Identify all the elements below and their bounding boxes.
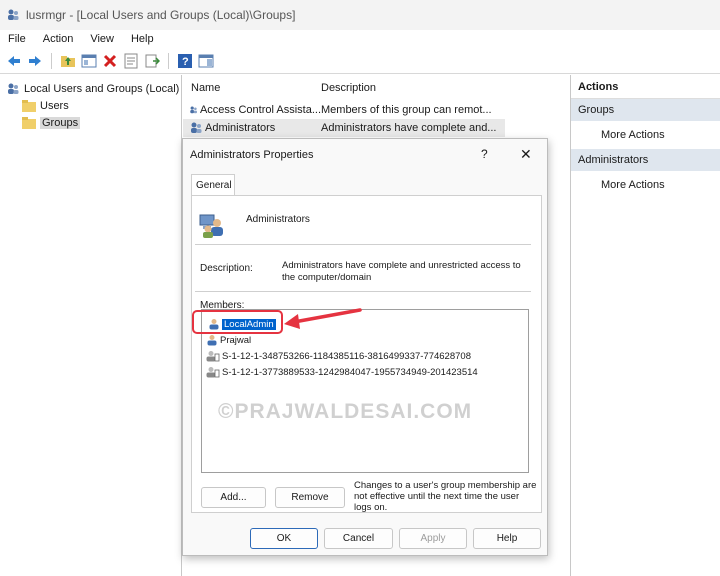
ok-button[interactable]: OK	[250, 528, 318, 549]
menu-help[interactable]: Help	[131, 33, 154, 45]
toolbar-separator	[168, 52, 169, 69]
view-pane-icon[interactable]	[198, 53, 214, 69]
user-icon	[207, 335, 217, 346]
remove-button[interactable]: Remove	[275, 487, 345, 508]
menu-action[interactable]: Action	[43, 33, 74, 45]
close-icon[interactable]: ✕	[520, 146, 532, 163]
row-name: Access Control Assista...	[199, 104, 321, 116]
add-button[interactable]: Add...	[201, 487, 266, 508]
actions-section-groups[interactable]: Groups	[571, 99, 720, 121]
actions-pane: Actions Groups More Actions Administrato…	[570, 75, 720, 576]
member-item-prajwal[interactable]: Prajwal	[206, 334, 251, 346]
unknown-user-icon	[206, 351, 220, 362]
menu-bar: File Action View Help	[0, 30, 720, 48]
export-list-icon[interactable]	[144, 53, 160, 69]
list-row[interactable]: Administrators Administrators have compl…	[183, 119, 505, 137]
member-name: S-1-12-1-348753266-1184385116-3816499337…	[222, 350, 471, 362]
show-hide-tree-icon[interactable]	[81, 53, 97, 69]
actions-title: Actions	[571, 75, 720, 99]
tree-item-label: Users	[40, 99, 69, 112]
member-name: Prajwal	[220, 334, 252, 346]
actions-section-administrators[interactable]: Administrators	[571, 149, 720, 171]
description-field[interactable]: Administrators have complete and unrestr…	[282, 260, 534, 284]
column-header-name[interactable]: Name	[183, 82, 321, 94]
member-item-sid-1[interactable]: S-1-12-1-348753266-1184385116-3816499337…	[206, 350, 471, 362]
toolbar: ?	[0, 48, 720, 74]
folder-icon	[22, 99, 36, 112]
menu-file[interactable]: File	[8, 33, 26, 45]
more-actions-item[interactable]: More Actions	[571, 171, 720, 199]
title-bar: lusrmgr - [Local Users and Groups (Local…	[0, 0, 720, 30]
administrators-group-icon	[199, 214, 223, 238]
description-label: Description:	[200, 263, 253, 274]
divider	[195, 291, 531, 292]
tree-item-root[interactable]: Local Users and Groups (Local)	[0, 80, 181, 97]
users-groups-icon	[8, 83, 19, 94]
divider	[195, 244, 531, 245]
group-icon	[190, 106, 197, 114]
pointer-arrow-icon	[284, 308, 362, 329]
delete-icon[interactable]	[102, 53, 118, 69]
tree-item-users[interactable]: Users	[0, 97, 181, 114]
help-button[interactable]: ?	[481, 147, 488, 161]
cancel-button[interactable]: Cancel	[324, 528, 393, 549]
dialog-title: Administrators Properties	[190, 149, 314, 161]
folder-icon	[22, 116, 36, 129]
list-header: Name Description	[183, 75, 568, 101]
up-folder-icon[interactable]	[60, 53, 76, 69]
row-description: Members of this group can remot...	[321, 104, 492, 116]
column-header-description[interactable]: Description	[321, 82, 376, 94]
unknown-user-icon	[206, 367, 220, 378]
watermark: ©PRAJWALDESAI.COM	[218, 400, 473, 423]
svg-text:?: ?	[182, 56, 189, 68]
console-tree: Local Users and Groups (Local) Users Gro…	[0, 75, 182, 576]
list-row[interactable]: Access Control Assista... Members of thi…	[183, 101, 568, 119]
tab-general[interactable]: General	[191, 174, 235, 196]
more-actions-item[interactable]: More Actions	[571, 121, 720, 149]
membership-note: Changes to a user's group membership are…	[354, 480, 537, 513]
row-name: Administrators	[205, 122, 276, 134]
help-icon[interactable]: ?	[177, 53, 193, 69]
group-icon	[191, 122, 202, 133]
window-title: lusrmgr - [Local Users and Groups (Local…	[26, 8, 296, 22]
toolbar-separator	[51, 52, 52, 69]
properties-dialog: Administrators Properties ? ✕ General Ad…	[182, 138, 548, 556]
forward-arrow-icon[interactable]	[27, 53, 43, 69]
help-dialog-button[interactable]: Help	[473, 528, 541, 549]
member-item-sid-2[interactable]: S-1-12-1-3773889533-1242984047-195573494…	[206, 366, 478, 378]
tree-item-label: Groups	[40, 116, 81, 129]
users-groups-icon	[8, 9, 19, 20]
properties-icon[interactable]	[123, 53, 139, 69]
highlight-box	[192, 310, 283, 334]
menu-view[interactable]: View	[90, 33, 114, 45]
member-name: S-1-12-1-3773889533-1242984047-195573494…	[222, 366, 478, 378]
group-name: Administrators	[246, 214, 310, 225]
row-description: Administrators have complete and...	[321, 122, 497, 134]
tree-item-label: Local Users and Groups (Local)	[24, 82, 180, 95]
apply-button: Apply	[399, 528, 467, 549]
tree-item-groups[interactable]: Groups	[0, 114, 181, 131]
back-arrow-icon[interactable]	[6, 53, 22, 69]
